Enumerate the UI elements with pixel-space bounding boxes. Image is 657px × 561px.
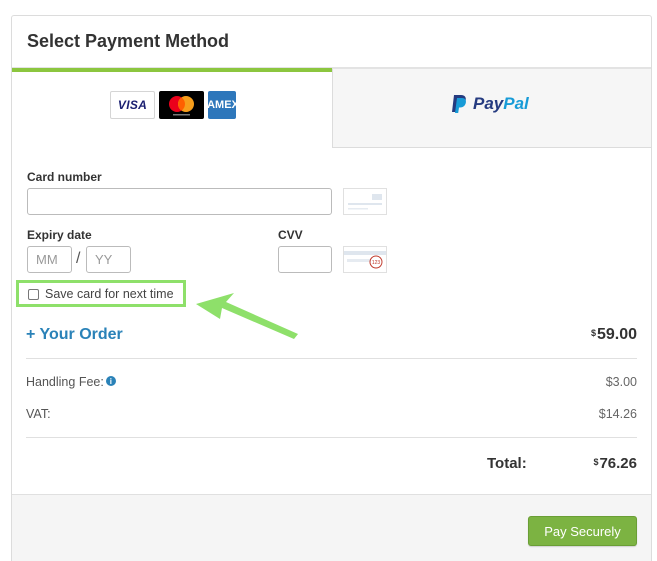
cvv-label: CVV xyxy=(278,228,303,242)
visa-logo: VISA xyxy=(110,91,155,119)
total-value: $76.26 xyxy=(593,455,637,472)
vat-value: $14.26 xyxy=(598,407,637,421)
save-card-checkbox[interactable] xyxy=(28,288,39,300)
tab-paypal[interactable]: PayPal xyxy=(332,68,651,148)
expiry-month-input[interactable]: MM xyxy=(27,246,72,273)
paypal-logo: PayPal xyxy=(450,94,529,114)
handling-fee-label: Handling Fee: i xyxy=(26,375,116,389)
page-title: Select Payment Method xyxy=(27,31,230,51)
mastercard-icon xyxy=(169,96,194,116)
card-back-icon: 123 xyxy=(344,251,386,269)
pay-securely-button[interactable]: Pay Securely xyxy=(528,516,637,546)
expiry-separator: / xyxy=(76,250,81,267)
visa-logo-text: VISA xyxy=(117,98,148,112)
card-logos: VISA AMEX xyxy=(110,91,236,119)
divider xyxy=(26,358,637,359)
tab-credit-card[interactable]: VISA AMEX xyxy=(12,68,332,148)
card-front-icon xyxy=(348,194,382,210)
panel-header: Select Payment Method xyxy=(12,16,651,68)
payment-tabs: VISA AMEX xyxy=(12,68,651,148)
cvv-badge-text: 123 xyxy=(372,260,381,266)
handling-fee-value: $3.00 xyxy=(605,375,637,389)
handling-fee-label-text: Handling Fee: xyxy=(26,375,104,389)
amex-logo: AMEX xyxy=(208,91,236,119)
your-order-toggle[interactable]: + Your Order xyxy=(26,326,123,344)
save-card-row[interactable]: Save card for next time xyxy=(28,287,174,301)
paypal-wordmark: PayPal xyxy=(473,94,529,114)
annotation-arrow-icon xyxy=(196,293,298,339)
total-currency: $ xyxy=(593,457,599,467)
expiry-date-label: Expiry date xyxy=(27,228,92,242)
card-number-input[interactable] xyxy=(27,188,332,215)
order-amount-currency: $ xyxy=(590,328,596,338)
paypal-wordmark-pal: Pal xyxy=(503,94,529,113)
total-amount: 76.26 xyxy=(599,455,637,472)
amex-logo-text: AMEX xyxy=(208,99,236,111)
expiry-year-input[interactable]: YY xyxy=(86,246,131,273)
total-label: Total: xyxy=(487,455,527,472)
divider xyxy=(26,437,637,438)
card-number-illustration xyxy=(343,188,387,215)
card-number-label: Card number xyxy=(27,170,102,184)
order-amount: $59.00 xyxy=(591,326,637,344)
info-icon[interactable]: i xyxy=(105,376,116,386)
order-amount-value: 59.00 xyxy=(596,326,637,343)
save-card-label[interactable]: Save card for next time xyxy=(45,287,174,301)
cvv-input[interactable] xyxy=(278,246,332,273)
mastercard-logo xyxy=(159,91,204,119)
cvv-illustration: 123 xyxy=(343,246,387,273)
paypal-icon xyxy=(452,95,466,113)
paypal-wordmark-pay: Pay xyxy=(473,94,504,113)
vat-label: VAT: xyxy=(26,407,51,421)
